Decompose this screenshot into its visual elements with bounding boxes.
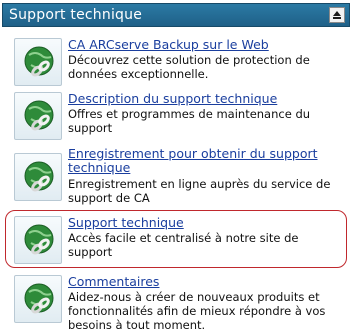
- globe-link-icon[interactable]: [14, 216, 62, 264]
- list-item: Support technique Accès facile et centra…: [14, 216, 342, 266]
- item-description: Offres et programmes de maintenance du s…: [68, 107, 311, 135]
- collapse-up-icon[interactable]: [329, 7, 345, 23]
- item-description: Accès facile et centralisé à notre site …: [68, 231, 299, 259]
- link-description-support[interactable]: Description du support technique: [68, 92, 338, 106]
- support-panel: Support technique CA ARCserve Backup sur…: [0, 0, 354, 335]
- item-description: Découvrez cette solution de protection d…: [68, 53, 310, 81]
- list-item: CA ARCserve Backup sur le Web Découvrez …: [14, 38, 342, 88]
- list-item: Commentaires Aidez-nous à créer de nouve…: [14, 275, 342, 333]
- item-description: Aidez-nous à créer de nouveaux produits …: [68, 290, 326, 332]
- link-commentaires[interactable]: Commentaires: [68, 275, 338, 289]
- panel-title-bar: Support technique: [2, 3, 350, 27]
- panel-title: Support technique: [9, 7, 143, 23]
- link-ca-arcserve-backup[interactable]: CA ARCserve Backup sur le Web: [68, 38, 338, 52]
- link-support-technique[interactable]: Support technique: [68, 216, 338, 230]
- globe-link-icon[interactable]: [14, 38, 62, 86]
- list-item: Enregistrement pour obtenir du support t…: [14, 147, 342, 211]
- list-item: Description du support technique Offres …: [14, 92, 342, 142]
- globe-link-icon[interactable]: [14, 92, 62, 140]
- item-description: Enregistrement en ligne auprès du servic…: [68, 177, 331, 205]
- globe-link-icon[interactable]: [14, 275, 62, 323]
- globe-link-icon[interactable]: [14, 153, 62, 201]
- link-enregistrement-support[interactable]: Enregistrement pour obtenir du support t…: [68, 147, 338, 175]
